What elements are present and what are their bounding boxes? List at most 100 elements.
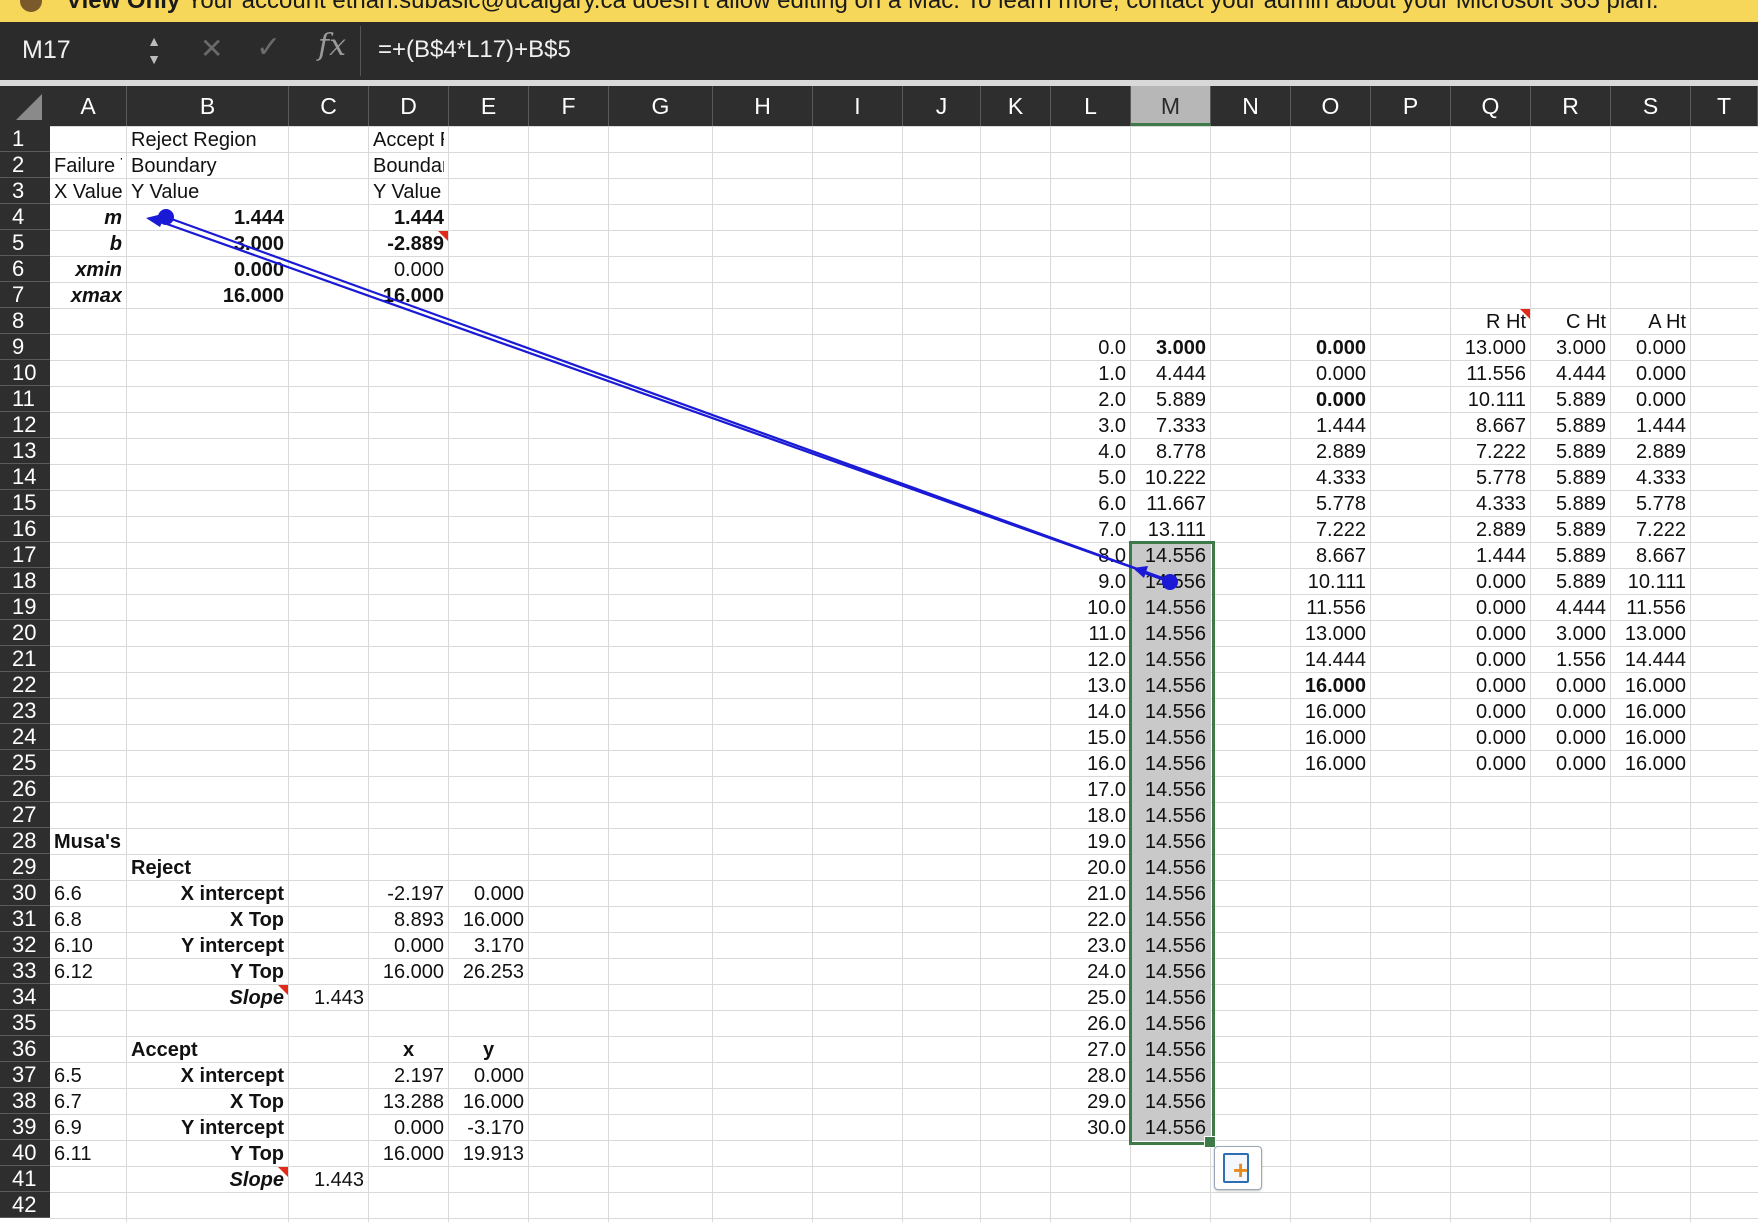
cell-L22[interactable]: 13.0 [1055, 673, 1126, 699]
cell-Q24[interactable]: 0.000 [1455, 725, 1526, 751]
cell-O19[interactable]: 11.556 [1295, 595, 1366, 621]
cell-M21[interactable]: 14.556 [1135, 647, 1206, 673]
cell-S18[interactable]: 10.111 [1615, 569, 1686, 595]
cell-Q10[interactable]: 11.556 [1455, 361, 1526, 387]
cell-M11[interactable]: 5.889 [1135, 387, 1206, 413]
column-header-K[interactable]: K [981, 86, 1051, 126]
cell-A39[interactable]: 6.9 [54, 1115, 122, 1141]
cell-L23[interactable]: 14.0 [1055, 699, 1126, 725]
cell-A38[interactable]: 6.7 [54, 1089, 122, 1115]
cell-M28[interactable]: 14.556 [1135, 829, 1206, 855]
cell-M32[interactable]: 14.556 [1135, 933, 1206, 959]
cell-E30[interactable]: 0.000 [453, 881, 524, 907]
select-all-button[interactable] [0, 86, 50, 126]
cell-B3[interactable]: Y Value [131, 179, 284, 205]
cell-C41[interactable]: 1.443 [293, 1167, 364, 1193]
row-header-20[interactable]: 20 [0, 620, 50, 646]
cell-S13[interactable]: 2.889 [1615, 439, 1686, 465]
cell-R25[interactable]: 0.000 [1535, 751, 1606, 777]
cell-Q20[interactable]: 0.000 [1455, 621, 1526, 647]
cell-Q13[interactable]: 7.222 [1455, 439, 1526, 465]
cell-L20[interactable]: 11.0 [1055, 621, 1126, 647]
column-header-C[interactable]: C [289, 86, 369, 126]
stepper-icon[interactable]: ▲ ▼ [146, 32, 162, 72]
cell-M38[interactable]: 14.556 [1135, 1089, 1206, 1115]
cell-S10[interactable]: 0.000 [1615, 361, 1686, 387]
row-header-35[interactable]: 35 [0, 1010, 50, 1036]
cell-M39[interactable]: 14.556 [1135, 1115, 1206, 1141]
cell-B2[interactable]: Boundary [131, 153, 284, 179]
cell-L21[interactable]: 12.0 [1055, 647, 1126, 673]
row-header-34[interactable]: 34 [0, 984, 50, 1010]
comment-indicator-icon[interactable] [278, 985, 288, 995]
cell-M27[interactable]: 14.556 [1135, 803, 1206, 829]
row-header-5[interactable]: 5 [0, 230, 50, 256]
cell-D40[interactable]: 16.000 [373, 1141, 444, 1167]
cell-D5[interactable]: -2.889 [373, 231, 444, 257]
row-header-1[interactable]: 1 [0, 126, 50, 152]
cell-D6[interactable]: 0.000 [373, 257, 444, 283]
cell-D38[interactable]: 13.288 [373, 1089, 444, 1115]
cell-L13[interactable]: 4.0 [1055, 439, 1126, 465]
cell-M19[interactable]: 14.556 [1135, 595, 1206, 621]
cell-S12[interactable]: 1.444 [1615, 413, 1686, 439]
cell-A30[interactable]: 6.6 [54, 881, 122, 907]
cell-M12[interactable]: 7.333 [1135, 413, 1206, 439]
column-header-J[interactable]: J [903, 86, 981, 126]
cell-D39[interactable]: 0.000 [373, 1115, 444, 1141]
cell-S15[interactable]: 5.778 [1615, 491, 1686, 517]
cell-E39[interactable]: -3.170 [453, 1115, 524, 1141]
row-header-12[interactable]: 12 [0, 412, 50, 438]
comment-indicator-icon[interactable] [278, 1167, 288, 1177]
cell-R15[interactable]: 5.889 [1535, 491, 1606, 517]
cell-M36[interactable]: 14.556 [1135, 1037, 1206, 1063]
cell-S8[interactable]: A Ht [1615, 309, 1686, 335]
row-header-29[interactable]: 29 [0, 854, 50, 880]
row-header-23[interactable]: 23 [0, 698, 50, 724]
row-header-21[interactable]: 21 [0, 646, 50, 672]
cell-M26[interactable]: 14.556 [1135, 777, 1206, 803]
cell-L11[interactable]: 2.0 [1055, 387, 1126, 413]
cell-S17[interactable]: 8.667 [1615, 543, 1686, 569]
row-header-14[interactable]: 14 [0, 464, 50, 490]
cell-O11[interactable]: 0.000 [1295, 387, 1366, 413]
cell-R13[interactable]: 5.889 [1535, 439, 1606, 465]
column-header-O[interactable]: O [1291, 86, 1371, 126]
cell-D31[interactable]: 8.893 [373, 907, 444, 933]
row-header-25[interactable]: 25 [0, 750, 50, 776]
row-header-3[interactable]: 3 [0, 178, 50, 204]
cell-A6[interactable]: xmin [54, 257, 122, 283]
cell-O14[interactable]: 4.333 [1295, 465, 1366, 491]
column-header-A[interactable]: A [50, 86, 127, 126]
fx-icon[interactable]: fx [318, 28, 346, 63]
cell-E37[interactable]: 0.000 [453, 1063, 524, 1089]
cancel-x-icon[interactable]: ✕ [200, 32, 223, 65]
column-header-E[interactable]: E [449, 86, 529, 126]
cell-R10[interactable]: 4.444 [1535, 361, 1606, 387]
cell-M9[interactable]: 3.000 [1135, 335, 1206, 361]
cell-R16[interactable]: 5.889 [1535, 517, 1606, 543]
cell-Q21[interactable]: 0.000 [1455, 647, 1526, 673]
cell-R21[interactable]: 1.556 [1535, 647, 1606, 673]
cell-L10[interactable]: 1.0 [1055, 361, 1126, 387]
cell-B34[interactable]: Slope [131, 985, 284, 1011]
cell-D4[interactable]: 1.444 [373, 205, 444, 231]
cell-L37[interactable]: 28.0 [1055, 1063, 1126, 1089]
cell-M25[interactable]: 14.556 [1135, 751, 1206, 777]
comment-indicator-icon[interactable] [1520, 309, 1530, 319]
cell-L16[interactable]: 7.0 [1055, 517, 1126, 543]
cell-S24[interactable]: 16.000 [1615, 725, 1686, 751]
cell-M17[interactable]: 14.556 [1135, 543, 1206, 569]
cell-S9[interactable]: 0.000 [1615, 335, 1686, 361]
row-header-16[interactable]: 16 [0, 516, 50, 542]
cell-O12[interactable]: 1.444 [1295, 413, 1366, 439]
row-header-27[interactable]: 27 [0, 802, 50, 828]
cell-M16[interactable]: 13.111 [1135, 517, 1206, 543]
cell-Q15[interactable]: 4.333 [1455, 491, 1526, 517]
cell-M24[interactable]: 14.556 [1135, 725, 1206, 751]
cell-S11[interactable]: 0.000 [1615, 387, 1686, 413]
cell-O17[interactable]: 8.667 [1295, 543, 1366, 569]
row-header-32[interactable]: 32 [0, 932, 50, 958]
cell-L24[interactable]: 15.0 [1055, 725, 1126, 751]
column-header-L[interactable]: L [1051, 86, 1131, 126]
